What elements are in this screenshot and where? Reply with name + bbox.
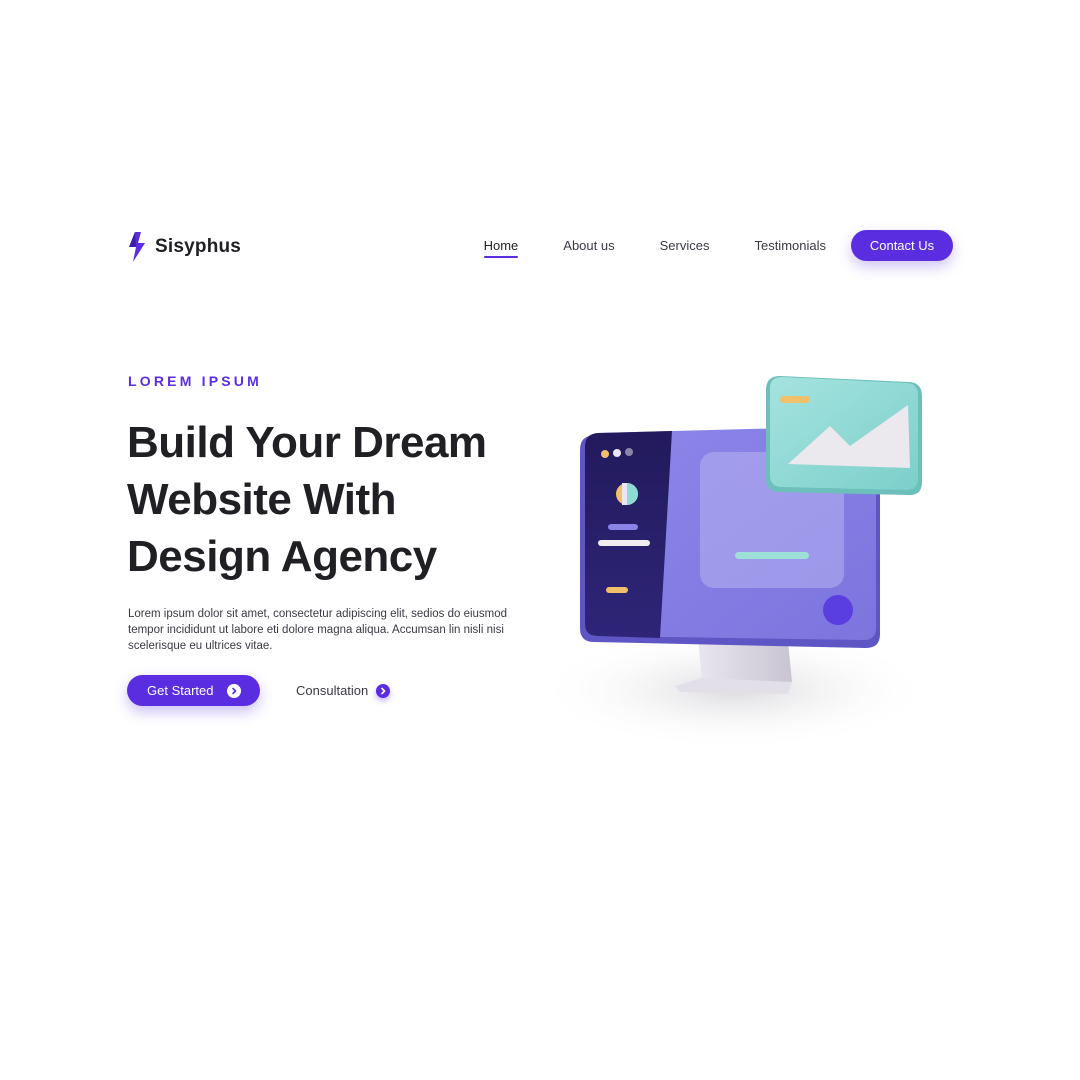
main-nav: Home About us Services Testimonials Cont… <box>483 230 953 261</box>
get-started-button[interactable]: Get Started <box>127 675 260 706</box>
headline-line: Design Agency <box>127 532 437 581</box>
consultation-link[interactable]: Consultation <box>296 683 391 698</box>
nav-item-testimonials[interactable]: Testimonials <box>754 238 826 253</box>
site-header: Sisyphus Home About us Services Testimon… <box>127 230 953 266</box>
hero-description: Lorem ipsum dolor sit amet, consectetur … <box>128 606 548 654</box>
hero-eyebrow: LOREM IPSUM <box>128 373 262 389</box>
nav-item-about-us[interactable]: About us <box>563 238 614 253</box>
contact-us-button[interactable]: Contact Us <box>851 230 953 261</box>
get-started-label: Get Started <box>147 683 214 698</box>
consultation-label: Consultation <box>296 683 369 698</box>
hero-actions: Get Started Consultation <box>127 675 391 706</box>
brand-name: Sisyphus <box>155 236 242 257</box>
description-line: scelerisque eu ultrices vitae. <box>128 640 273 652</box>
logo[interactable]: Sisyphus <box>127 232 241 262</box>
3d-monitor-illustration <box>535 376 935 750</box>
headline-line: Build Your Dream <box>127 418 487 467</box>
image-card <box>766 376 922 496</box>
chevron-right-icon <box>227 683 242 698</box>
description-line: tempor incididunt ut labore eti dolore m… <box>128 624 504 636</box>
nav-item-home[interactable]: Home <box>483 238 518 258</box>
lightning-bolt-icon <box>129 232 145 262</box>
chevron-right-icon <box>376 683 391 698</box>
hero-headline: Build Your Dream Website With Design Age… <box>127 414 567 585</box>
nav-item-services[interactable]: Services <box>660 238 710 253</box>
headline-line: Website With <box>127 475 397 524</box>
description-line: Lorem ipsum dolor sit amet, consectetur … <box>128 608 508 620</box>
